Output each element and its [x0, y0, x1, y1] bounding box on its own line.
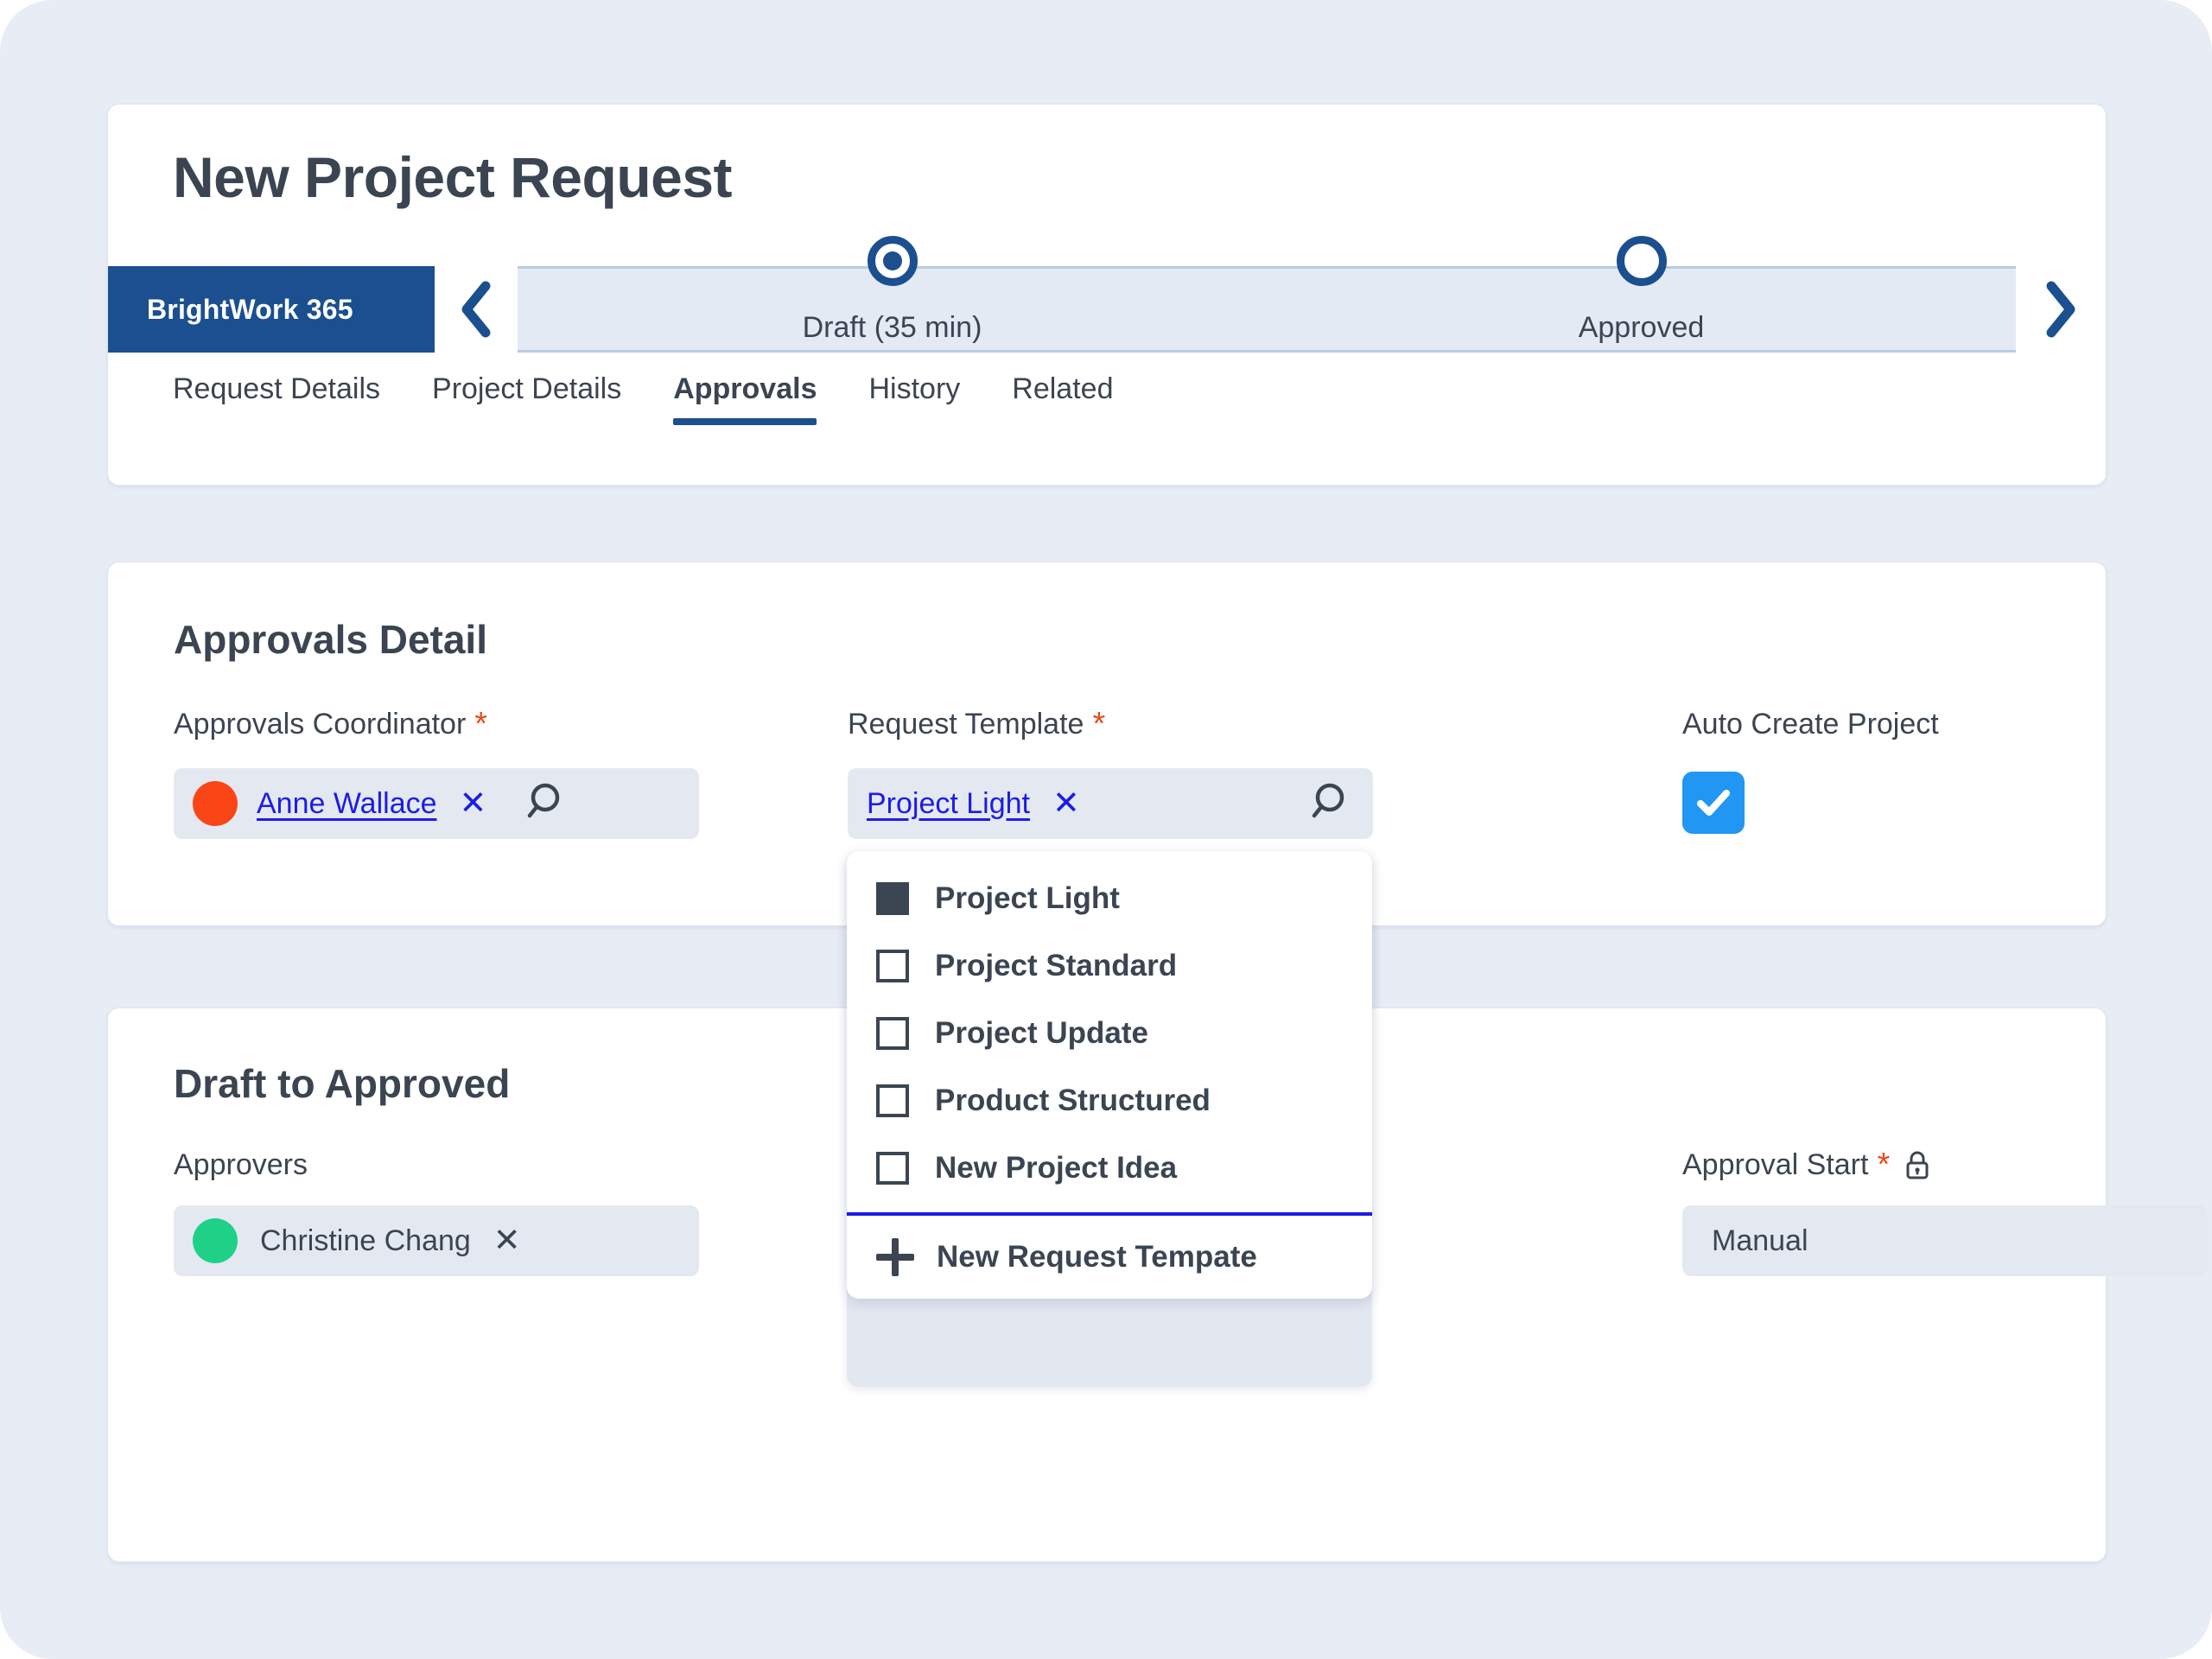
tab-approvals[interactable]: Approvals [647, 372, 842, 425]
approvals-coordinator-field[interactable]: Anne Wallace ✕ [174, 768, 699, 839]
bpf-next-stage-button[interactable] [2016, 266, 2106, 353]
clear-template-icon[interactable]: ✕ [1052, 787, 1080, 820]
dropdown-option-label: Project Update [935, 1016, 1148, 1050]
approvals-coordinator-label: Approvals Coordinator * [174, 708, 487, 741]
approvals-coordinator-label-text: Approvals Coordinator [174, 708, 467, 741]
required-marker: * [1877, 1147, 1891, 1184]
clear-coordinator-icon[interactable]: ✕ [460, 787, 487, 820]
lock-icon [1904, 1150, 1931, 1181]
approval-start-label: Approval Start * [1682, 1148, 1931, 1182]
request-template-field[interactable]: Project Light ✕ [848, 768, 1373, 839]
dropdown-option-product-structured[interactable]: Product Structured [847, 1067, 1372, 1135]
chevron-right-icon [2046, 281, 2075, 338]
auto-create-project-label-text: Auto Create Project [1682, 708, 1939, 741]
bpf-stage-draft[interactable]: Draft (35 min) [518, 236, 1267, 355]
bpf-node-active-icon [867, 236, 918, 286]
approvers-label: Approvers [174, 1148, 308, 1182]
request-template-label-text: Request Template [848, 708, 1084, 741]
tab-history[interactable]: History [842, 372, 986, 425]
request-template-label: Request Template * [848, 708, 1105, 741]
approvals-detail-title: Approvals Detail [174, 617, 487, 662]
dropdown-option-label: Project Standard [935, 949, 1178, 982]
checkbox-icon[interactable] [876, 1152, 909, 1185]
approvals-coordinator-value[interactable]: Anne Wallace [257, 787, 437, 821]
bpf-stage-label: Approved [1578, 311, 1705, 344]
avatar [193, 1218, 238, 1263]
dropdown-option-label: New Project Idea [935, 1151, 1178, 1185]
tab-request-details[interactable]: Request Details [173, 372, 406, 425]
required-marker: * [474, 706, 488, 743]
dropdown-option-project-update[interactable]: Project Update [847, 1000, 1372, 1067]
page-container: New Project Request Draft (35 min) Appro… [0, 0, 2212, 1659]
chevron-left-icon [461, 281, 491, 338]
approval-start-field[interactable]: Manual [1682, 1205, 2208, 1276]
approval-start-value: Manual [1712, 1224, 1808, 1257]
draft-to-approved-title: Draft to Approved [174, 1061, 511, 1106]
bpf-node-inactive-icon [1616, 236, 1667, 286]
bpf-stage-label: Draft (35 min) [802, 311, 982, 344]
dropdown-option-label: Product Structured [935, 1084, 1211, 1117]
dropdown-option-label: Project Light [935, 881, 1120, 915]
dropdown-option-project-light[interactable]: Project Light [847, 865, 1372, 932]
business-process-flow: Draft (35 min) Approved BrightWork 365 [108, 236, 2106, 355]
approver-value: Christine Chang [260, 1224, 471, 1257]
dropdown-option-project-standard[interactable]: Project Standard [847, 932, 1372, 1000]
auto-create-project-label: Auto Create Project [1682, 708, 1939, 741]
tab-related[interactable]: Related [986, 372, 1139, 425]
tab-project-details[interactable]: Project Details [406, 372, 647, 425]
required-marker: * [1092, 706, 1106, 743]
check-icon [1697, 790, 1730, 816]
search-icon[interactable] [526, 780, 569, 828]
bpf-stage-approved[interactable]: Approved [1267, 236, 2016, 355]
checkbox-icon[interactable] [876, 1084, 909, 1117]
dropdown-option-new-project-idea[interactable]: New Project Idea [847, 1135, 1372, 1202]
checkbox-icon[interactable] [876, 950, 909, 982]
checkbox-icon[interactable] [876, 882, 909, 915]
template-dropdown: Project Light Project Standard Project U… [847, 851, 1372, 1299]
request-template-value[interactable]: Project Light [867, 787, 1030, 821]
checkbox-icon[interactable] [876, 1017, 909, 1050]
approvers-label-text: Approvers [174, 1148, 308, 1181]
bpf-previous-stage-button[interactable] [435, 266, 518, 353]
search-icon[interactable] [1311, 780, 1354, 828]
avatar [193, 781, 238, 826]
auto-create-project-checkbox[interactable] [1682, 772, 1745, 834]
tab-bar: Request Details Project Details Approval… [173, 372, 1139, 425]
bpf-track: Draft (35 min) Approved [518, 236, 2016, 355]
approvers-field[interactable]: Christine Chang ✕ [174, 1205, 699, 1276]
new-request-template-label: New Request Tempate [937, 1240, 1257, 1274]
remove-approver-icon[interactable]: ✕ [493, 1224, 521, 1257]
header-card: New Project Request Draft (35 min) Appro… [107, 104, 2107, 486]
new-request-template-button[interactable]: New Request Tempate [847, 1216, 1372, 1299]
bpf-brand-label: BrightWork 365 [108, 266, 435, 353]
approval-start-label-text: Approval Start [1682, 1148, 1869, 1181]
page-title: New Project Request [173, 145, 733, 209]
plus-icon [876, 1238, 914, 1276]
